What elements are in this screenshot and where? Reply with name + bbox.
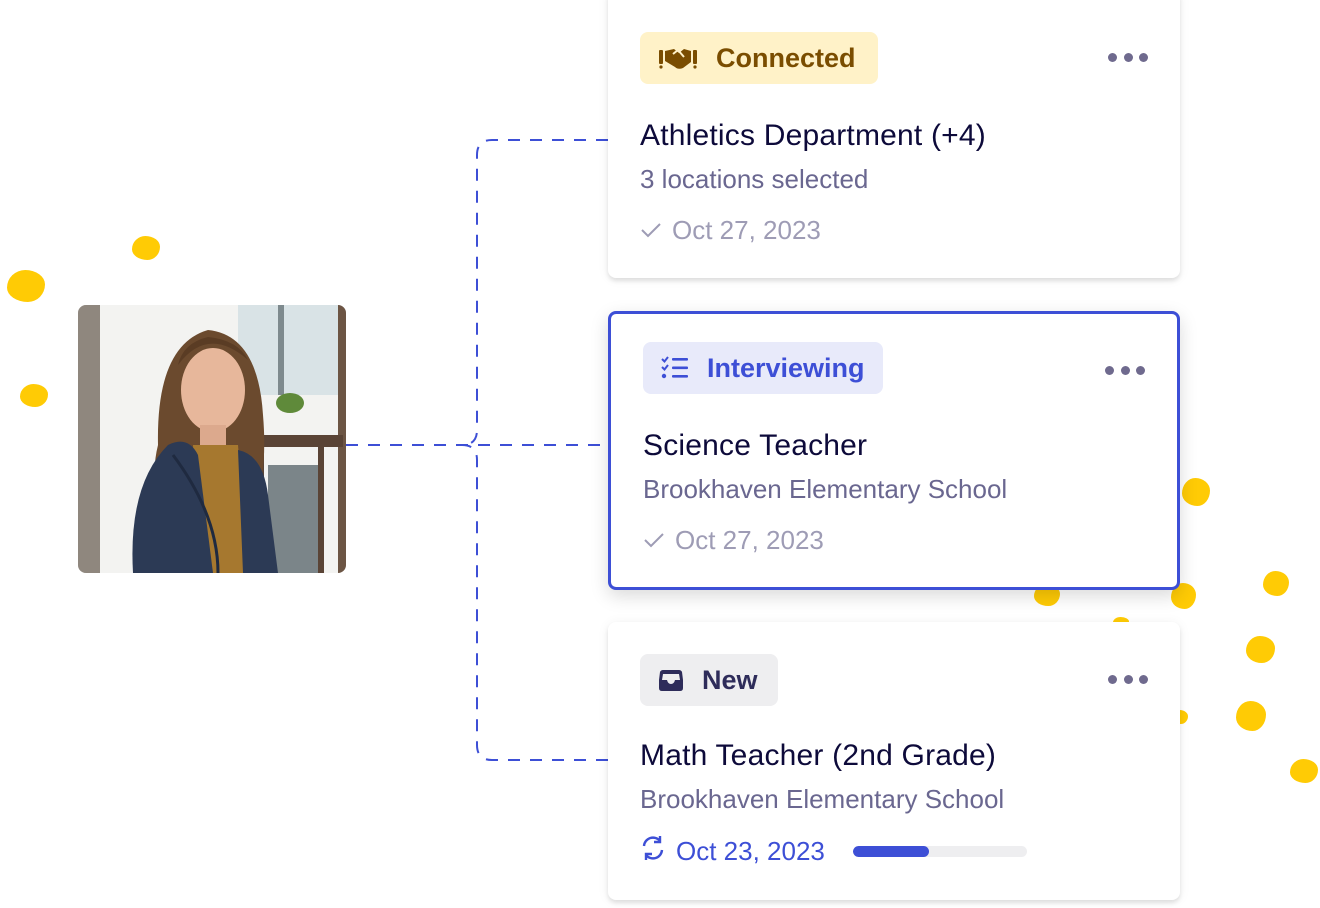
check-icon [643,525,665,556]
more-horizontal-icon [1108,674,1117,684]
handshake-icon [658,45,698,71]
status-label: Interviewing [707,352,865,383]
status-badge-new: New [640,654,778,706]
candidate-photo[interactable] [78,305,346,573]
more-horizontal-icon [1108,52,1117,62]
dot [1120,365,1130,375]
card-title: Math Teacher (2nd Grade) [640,739,997,772]
person-photo-icon [78,305,346,573]
more-horizontal-icon [1105,365,1114,375]
date-text: Oct 27, 2023 [672,215,821,245]
card-subtitle: 3 locations selected [640,164,869,194]
more-options-button[interactable] [1108,47,1148,67]
inbox-icon [658,668,684,692]
card-subtitle: Brookhaven Elementary School [640,784,1005,814]
job-card-math-teacher[interactable]: New Math Teacher (2nd Grade) Brookhaven … [608,622,1180,900]
status-label: New [702,664,758,695]
dot [1139,52,1148,62]
dot [1123,674,1133,684]
card-subtitle: Brookhaven Elementary School [643,474,1008,504]
dot [1136,365,1145,375]
progress-bar-fill [852,846,930,857]
progress-bar [852,846,1027,857]
dot [1123,52,1133,62]
sync-icon [640,835,666,868]
card-title: Athletics Department (+4) [640,119,986,152]
job-card-science-teacher[interactable]: Interviewing Science Teacher Brookhaven … [608,311,1180,590]
dot [1139,674,1148,684]
job-card-athletics[interactable]: Connected Athletics Department (+4) 3 lo… [608,0,1180,278]
card-date: Oct 27, 2023 [643,525,824,556]
check-icon [640,215,662,246]
status-badge-interviewing: Interviewing [643,342,883,394]
status-label: Connected [716,42,856,73]
status-badge-connected: Connected [640,32,878,84]
more-options-button[interactable] [1105,360,1145,380]
date-text: Oct 23, 2023 [676,836,825,866]
connector-to-card-3 [461,444,608,761]
connector-to-card-1 [461,139,608,446]
card-date: Oct 27, 2023 [640,215,821,246]
card-title: Science Teacher [643,429,868,462]
date-text: Oct 27, 2023 [675,525,824,555]
more-options-button[interactable] [1108,669,1148,689]
card-date: Oct 23, 2023 [640,835,1027,868]
checklist-icon [661,356,689,380]
